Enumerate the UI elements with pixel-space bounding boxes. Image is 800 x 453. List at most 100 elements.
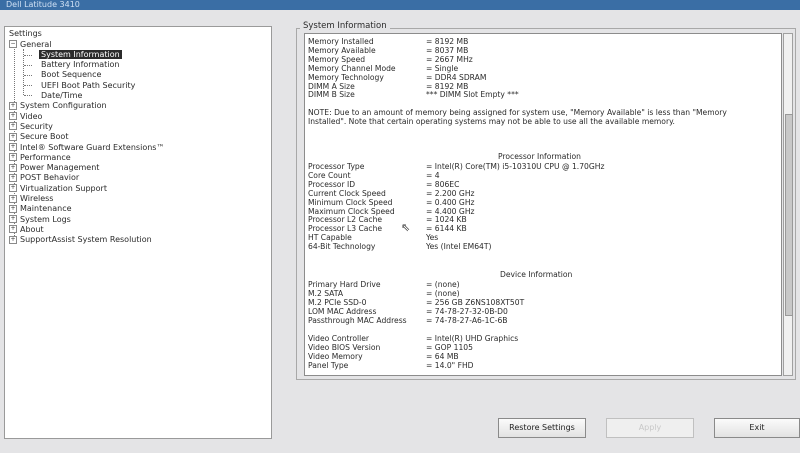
section-title-device: Device Information: [500, 270, 573, 279]
info-key: Passthrough MAC Address: [308, 315, 407, 325]
info-value: = 4.400 GHz: [426, 206, 475, 216]
info-value: = 0.400 GHz: [426, 197, 475, 207]
info-value: = 8192 MB: [426, 37, 469, 46]
content-scrollbar[interactable]: [783, 33, 793, 376]
info-value: = 74-78-27-32-0B-D0: [426, 306, 508, 316]
tree-item-label: POST Behavior: [20, 173, 80, 183]
tree-item-uefi-boot-path-security[interactable]: UEFI Boot Path Security: [41, 81, 135, 91]
tree-item-label: System Logs: [20, 214, 71, 224]
info-value: = 8037 MB: [426, 45, 469, 55]
tree-item-label: Power Management: [20, 163, 100, 173]
info-value: = 806EC: [426, 179, 460, 189]
expand-icon[interactable]: +: [9, 122, 17, 131]
tree-item-label: Maintenance: [20, 204, 72, 214]
info-value: = Intel(R) UHD Graphics: [426, 334, 519, 343]
info-value: = 74-78-27-A6-1C-6B: [426, 315, 508, 325]
tree-item-virtualization-support[interactable]: + Virtualization Support: [9, 184, 107, 194]
info-row: Processor Type = Intel(R) Core(TM) i5-103…: [308, 162, 605, 172]
tree-root-settings[interactable]: Settings: [9, 29, 42, 39]
info-value: Yes (Intel EM64T): [426, 242, 492, 252]
tree-item-battery-information[interactable]: Battery Information: [41, 60, 119, 70]
system-information-content: Memory Installed = 8192 MB Memory Availab…: [304, 33, 782, 376]
info-value: = 14.0" FHD: [426, 360, 474, 370]
apply-button[interactable]: Apply: [606, 418, 694, 438]
expand-icon[interactable]: +: [9, 235, 17, 244]
expand-icon[interactable]: +: [9, 153, 17, 162]
tree-item-system-information-label: System Information: [39, 49, 122, 59]
tree-item-performance[interactable]: + Performance: [9, 153, 71, 163]
tree-item-power-management[interactable]: + Power Management: [9, 163, 99, 173]
section-title-processor: Processor Information: [498, 152, 581, 161]
info-value: = 2.200 GHz: [426, 188, 475, 198]
tree-item-label: About: [20, 224, 44, 234]
info-key: Panel Type: [308, 360, 349, 370]
expand-icon[interactable]: +: [9, 101, 17, 110]
info-value: = 64 MB: [426, 351, 459, 361]
expand-icon[interactable]: +: [9, 184, 17, 193]
mouse-cursor-icon: ⇖: [401, 221, 411, 234]
info-value: = DDR4 SDRAM: [426, 72, 487, 82]
expand-icon[interactable]: +: [9, 194, 17, 203]
info-value: = GOP 1105: [426, 342, 473, 352]
restore-settings-button[interactable]: Restore Settings: [498, 418, 586, 438]
tree-item-secure-boot[interactable]: + Secure Boot: [9, 132, 68, 142]
tree-item-wireless[interactable]: + Wireless: [9, 194, 53, 204]
exit-button[interactable]: Exit: [714, 418, 800, 438]
tree-item-date-time[interactable]: Date/Time: [41, 91, 82, 101]
tree-item-label: SupportAssist System Resolution: [20, 235, 152, 245]
info-key: DIMM B Size: [308, 90, 355, 100]
info-value: = (none): [426, 280, 460, 289]
tree-item-security[interactable]: + Security: [9, 122, 53, 132]
expand-icon[interactable]: +: [9, 132, 17, 141]
tree-item-post-behavior[interactable]: + POST Behavior: [9, 173, 79, 183]
tree-item-label: Virtualization Support: [20, 183, 107, 193]
tree-item-system-configuration[interactable]: + System Configuration: [9, 101, 107, 111]
expand-icon[interactable]: +: [9, 204, 17, 213]
info-value: = 2667 MHz: [426, 54, 473, 64]
group-title: System Information: [300, 21, 390, 31]
info-row: Passthrough MAC Address = 74-78-27-A6-1C-…: [308, 315, 508, 326]
info-value: = 4: [426, 170, 440, 180]
info-row: 64-Bit Technology Yes (Intel EM64T): [308, 242, 492, 252]
expand-icon[interactable]: +: [9, 173, 17, 182]
settings-tree: Settings − General System Information Bat…: [4, 26, 272, 439]
info-key: 64-Bit Technology: [308, 242, 376, 252]
memory-note: NOTE: Due to an amount of memory being a…: [308, 108, 727, 126]
info-value: *** DIMM Slot Empty ***: [426, 90, 519, 100]
expand-icon[interactable]: +: [9, 225, 17, 234]
tree-item-intel-sgx[interactable]: + Intel® Software Guard Extensions™: [9, 143, 164, 153]
info-value: = 256 GB Z6NS108XT50T: [426, 297, 525, 307]
tree-item-system-logs[interactable]: + System Logs: [9, 215, 71, 225]
tree-item-label: System Configuration: [20, 101, 107, 111]
tree-item-general-label: General: [20, 39, 52, 49]
tree-item-label: Wireless: [20, 194, 54, 203]
tree-item-maintenance[interactable]: + Maintenance: [9, 204, 72, 214]
tree-item-video[interactable]: + Video: [9, 112, 42, 122]
tree-item-label: Performance: [20, 152, 71, 162]
tree-item-system-information[interactable]: System Information: [39, 49, 122, 60]
info-value: = (none): [426, 288, 460, 298]
info-value: = Intel(R) Core(TM) i5-10310U CPU @ 1.70…: [426, 162, 605, 171]
tree-item-general[interactable]: − General: [9, 40, 52, 50]
window-title-bar: Dell Latitude 3410: [0, 0, 800, 10]
collapse-icon[interactable]: −: [9, 40, 17, 48]
info-value: = 1024 KB: [426, 215, 467, 225]
tree-item-about[interactable]: + About: [9, 225, 44, 235]
tree-item-label: Intel® Software Guard Extensions™: [20, 142, 165, 152]
expand-icon[interactable]: +: [9, 143, 17, 151]
info-value: = Single: [426, 63, 459, 73]
tree-item-label: Video: [20, 111, 43, 121]
info-row: DIMM B Size *** DIMM Slot Empty ***: [308, 90, 519, 100]
window-title: Dell Latitude 3410: [6, 0, 80, 9]
info-value: = 6144 KB: [426, 224, 467, 234]
tree-item-boot-sequence[interactable]: Boot Sequence: [41, 70, 101, 80]
tree-item-label: Secure Boot: [20, 132, 69, 142]
expand-icon[interactable]: +: [9, 215, 17, 224]
info-value: = 8192 MB: [426, 81, 469, 91]
expand-icon[interactable]: +: [9, 112, 17, 121]
tree-item-supportassist[interactable]: + SupportAssist System Resolution: [9, 235, 152, 245]
tree-item-label: Security: [20, 121, 53, 131]
expand-icon[interactable]: +: [9, 163, 17, 172]
scrollbar-thumb[interactable]: [785, 114, 793, 316]
info-row: Panel Type = 14.0" FHD: [308, 360, 474, 371]
